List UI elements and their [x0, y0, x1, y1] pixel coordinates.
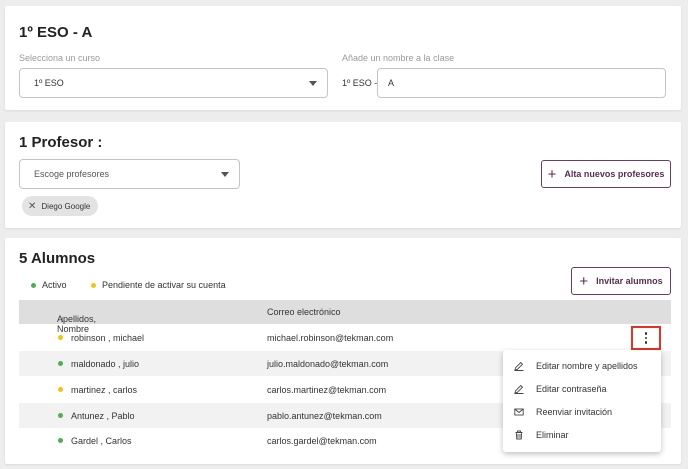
status-pending-icon	[58, 335, 63, 340]
close-icon[interactable]: ✕	[28, 201, 36, 212]
invite-students-button[interactable]: + Invitar alumnos	[571, 267, 671, 295]
teacher-chip-label: Diego Google	[41, 201, 91, 211]
chevron-down-icon	[221, 172, 229, 177]
class-name-prefix: 1º ESO -	[342, 78, 378, 88]
active-dot-icon	[31, 282, 36, 288]
course-select-value: 1º ESO	[34, 78, 64, 88]
pending-dot-icon	[91, 282, 96, 288]
class-name-input[interactable]: A	[377, 68, 666, 98]
trash-icon	[515, 430, 523, 440]
teachers-title: 1 Profesor :	[19, 134, 103, 151]
status-pending-icon	[58, 387, 63, 392]
course-label: Selecciona un curso	[19, 53, 101, 63]
arrow-down-icon: ↓	[60, 314, 65, 324]
column-header-email: Correo electrónico	[267, 307, 341, 317]
student-name: Antunez , Pablo	[71, 411, 135, 421]
table-header: Apellidos, Nombre ↓ Correo electrónico	[19, 300, 671, 334]
class-name-value: A	[388, 78, 395, 88]
menu-item-label: Editar contraseña	[536, 384, 607, 394]
student-email: pablo.antunez@tekman.com	[267, 411, 382, 421]
student-email: carlos.gardel@tekman.com	[267, 436, 377, 446]
course-select[interactable]: 1º ESO	[19, 68, 328, 98]
menu-item-label: Reenviar invitación	[536, 407, 613, 417]
add-teachers-button[interactable]: + Alta nuevos profesores	[541, 160, 671, 188]
legend-pending-label: Pendiente de activar su cuenta	[102, 280, 226, 290]
student-name: Gardel , Carlos	[71, 436, 132, 446]
teachers-card: 1 Profesor : Escoge profesores + Alta nu…	[5, 122, 681, 228]
row-menu-button[interactable]	[631, 326, 661, 350]
student-email: carlos.martinez@tekman.com	[267, 385, 387, 395]
menu-item-resend-invite[interactable]: Reenviar invitación	[503, 401, 661, 423]
plus-icon: +	[547, 165, 557, 183]
class-name-label: Añade un nombre a la clase	[342, 53, 455, 63]
menu-item-label: Editar nombre y apellidos	[536, 361, 638, 371]
teachers-select[interactable]: Escoge profesores	[19, 159, 240, 189]
status-active-icon	[58, 438, 63, 443]
status-active-icon	[58, 413, 63, 418]
menu-item-edit-name[interactable]: Editar nombre y apellidos	[503, 355, 661, 377]
pencil-icon	[514, 384, 524, 394]
chevron-down-icon	[309, 81, 317, 86]
legend-active: Activo	[31, 280, 67, 290]
legend-active-label: Activo	[42, 280, 67, 290]
legend-pending: Pendiente de activar su cuenta	[91, 280, 226, 290]
status-active-icon	[58, 361, 63, 366]
student-name: maldonado , julio	[71, 359, 140, 369]
menu-item-edit-password[interactable]: Editar contraseña	[503, 378, 661, 400]
students-title: 5 Alumnos	[19, 250, 96, 267]
student-name: robinson , michael	[71, 333, 145, 343]
invite-students-label: Invitar alumnos	[596, 276, 663, 286]
more-vert-icon	[644, 331, 648, 345]
student-email: julio.maldonado@tekman.com	[267, 359, 389, 369]
table-row[interactable]: robinson , michael michael.robinson@tekm…	[19, 325, 671, 350]
class-title: 1º ESO - A	[19, 24, 93, 41]
student-email: michael.robinson@tekman.com	[267, 333, 394, 343]
plus-icon: +	[579, 272, 589, 290]
menu-item-label: Eliminar	[536, 430, 569, 440]
student-name: martinez , carlos	[71, 385, 138, 395]
class-info-card: 1º ESO - A Selecciona un curso 1º ESO Añ…	[5, 6, 681, 110]
envelope-icon	[514, 408, 524, 416]
row-context-menu: Editar nombre y apellidos Editar contras…	[503, 350, 661, 452]
add-teachers-label: Alta nuevos profesores	[564, 169, 665, 179]
menu-item-delete[interactable]: Eliminar	[503, 424, 661, 446]
pencil-icon	[514, 361, 524, 371]
teacher-chip: ✕ Diego Google	[22, 196, 99, 216]
teachers-select-placeholder: Escoge profesores	[34, 169, 110, 179]
